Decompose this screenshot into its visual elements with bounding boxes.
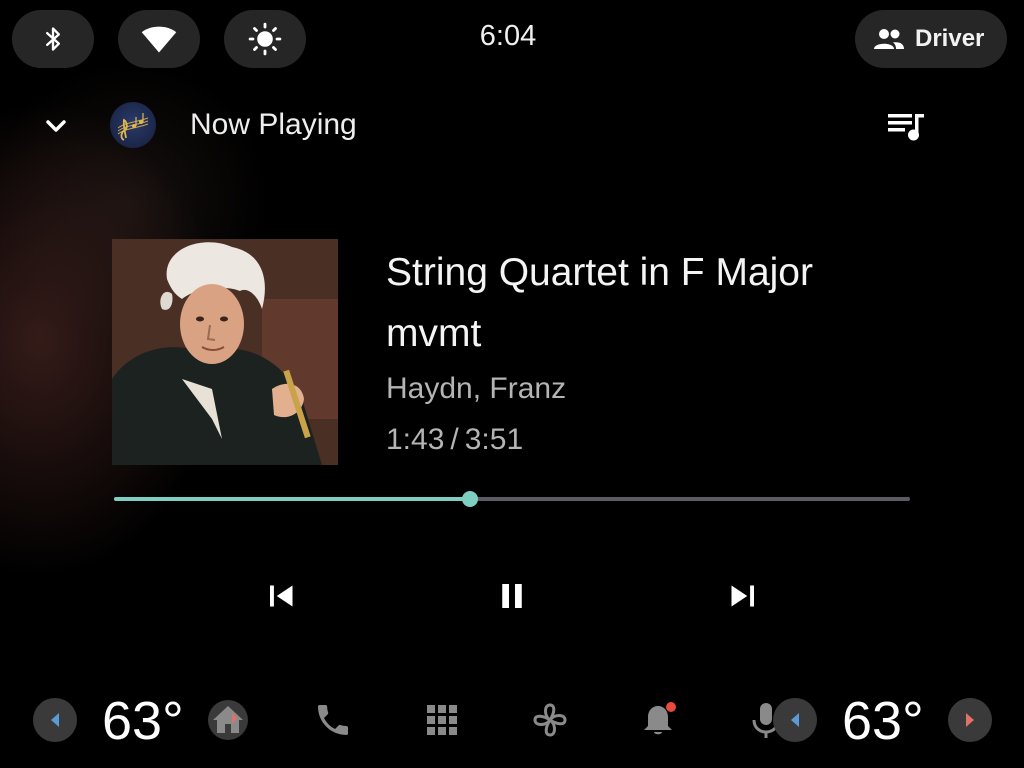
arrow-left-icon	[51, 713, 59, 727]
time-separator: /	[450, 423, 459, 456]
media-app-icon	[110, 102, 156, 148]
home-icon	[208, 700, 248, 740]
track-artist: Haydn, Franz	[386, 372, 567, 405]
pause-icon	[502, 584, 522, 608]
phone-icon	[318, 705, 348, 735]
bluetooth-button[interactable]	[12, 10, 94, 68]
music-notes-icon	[117, 113, 149, 141]
elapsed-time: 1:43	[386, 423, 445, 456]
temp-right-decrease-button[interactable]	[773, 698, 817, 742]
hvac-fan-button[interactable]	[530, 700, 570, 740]
track-title: String Quartet in F Major mvmt	[386, 251, 813, 355]
fan-icon	[533, 703, 567, 737]
clock: 6:04	[479, 20, 537, 52]
progress-fill	[114, 497, 470, 501]
previous-track-button[interactable]	[264, 578, 300, 614]
notification-badge	[666, 702, 676, 712]
track-time: 1:43/3:51	[386, 423, 523, 457]
wifi-icon	[141, 26, 177, 53]
apps-button[interactable]	[422, 700, 462, 740]
home-button[interactable]	[208, 700, 248, 740]
page-title: Now Playing	[190, 108, 357, 141]
temp-right-increase-button[interactable]	[948, 698, 992, 742]
album-art	[112, 239, 338, 465]
brightness-icon	[248, 22, 282, 56]
notifications-button[interactable]	[638, 700, 678, 740]
pause-button[interactable]	[494, 578, 530, 614]
arrow-left-icon	[791, 713, 799, 727]
next-track-button[interactable]	[724, 578, 760, 614]
arrow-right-icon	[966, 713, 974, 727]
brightness-button[interactable]	[224, 10, 306, 68]
chevron-down-icon	[46, 120, 66, 132]
people-icon	[874, 29, 904, 49]
collapse-button[interactable]	[40, 110, 72, 142]
queue-music-icon	[888, 114, 924, 141]
notification-bell-icon	[644, 702, 676, 735]
profile-button[interactable]: Driver	[855, 10, 1007, 68]
phone-button[interactable]	[313, 700, 353, 740]
album-art-portrait	[112, 239, 338, 465]
track-duration: 3:51	[464, 423, 524, 456]
bluetooth-icon	[46, 27, 60, 51]
temp-left-decrease-button[interactable]	[33, 698, 77, 742]
temp-left-value: 63°	[102, 691, 184, 751]
apps-grid-icon	[427, 705, 457, 735]
progress-thumb[interactable]	[461, 491, 478, 507]
wifi-button[interactable]	[118, 10, 200, 68]
temp-right-value: 63°	[842, 691, 924, 751]
skip-next-icon	[731, 585, 754, 607]
skip-previous-icon	[270, 585, 293, 607]
playback-progress-bar[interactable]	[114, 491, 910, 507]
profile-label: Driver	[915, 25, 985, 52]
queue-button[interactable]	[884, 106, 928, 146]
